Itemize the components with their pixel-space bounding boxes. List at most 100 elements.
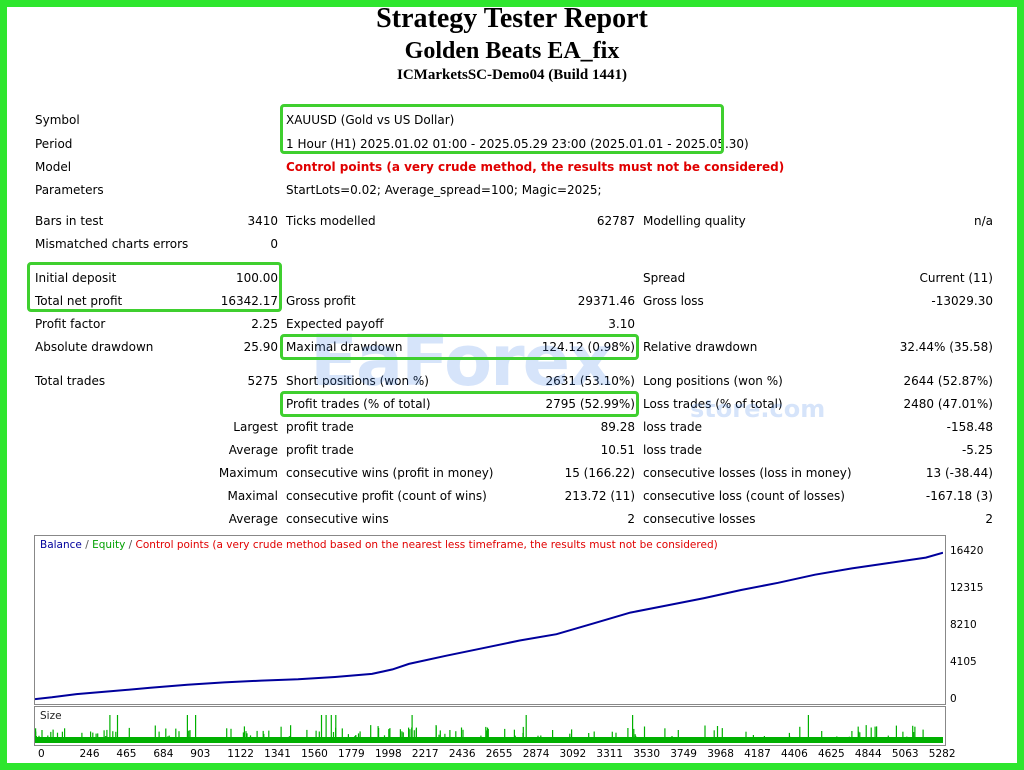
size-bar <box>848 736 850 743</box>
size-bar <box>902 731 904 743</box>
size-bar <box>449 730 451 743</box>
size-bar <box>290 725 292 743</box>
size-baseline <box>35 737 943 743</box>
size-bar <box>115 731 117 743</box>
size-bar <box>50 731 52 743</box>
size-bar <box>47 735 49 743</box>
size-bar <box>887 735 889 743</box>
gross-profit-label: Gross profit <box>286 294 356 308</box>
size-bar <box>444 733 446 743</box>
x-tick-label: 2436 <box>448 748 476 760</box>
x-tick-label: 2655 <box>485 748 513 760</box>
size-bar <box>411 727 413 743</box>
size-bar <box>105 736 107 743</box>
bars-in-test-value: 3410 <box>247 214 278 228</box>
balance-plot <box>35 551 943 701</box>
size-bar <box>415 727 417 743</box>
detail-prefix: Maximal <box>227 489 278 503</box>
size-bar <box>522 732 524 743</box>
bars-in-test-label: Bars in test <box>35 214 104 228</box>
highlight-max-drawdown <box>280 334 639 360</box>
detail-b-value: 2 <box>985 512 993 526</box>
size-bar <box>704 725 706 743</box>
size-bar <box>256 730 258 743</box>
size-bar <box>865 725 867 743</box>
x-tick-label: 5063 <box>891 748 919 760</box>
absolute-drawdown-value: 25.90 <box>243 340 278 354</box>
server-build: ICMarketsSC-Demo04 (Build 1441) <box>397 67 627 83</box>
detail-b-value: -167.18 (3) <box>925 489 993 503</box>
size-bar <box>330 715 332 743</box>
size-bar <box>38 735 40 743</box>
detail-a-label: consecutive wins <box>286 512 389 526</box>
size-bar <box>752 735 754 743</box>
size-bar <box>807 715 809 743</box>
x-tick-label: 0 <box>38 748 45 760</box>
spread-value: Current (11) <box>919 271 993 285</box>
x-tick-label: 1560 <box>301 748 328 760</box>
profit-factor-label: Profit factor <box>35 317 106 331</box>
size-bar <box>435 726 437 743</box>
size-bar <box>460 727 463 743</box>
detail-prefix: Largest <box>233 420 278 434</box>
size-bar <box>763 736 765 743</box>
size-bar <box>388 729 390 743</box>
highlight-profit-trades <box>280 391 639 417</box>
size-bar <box>462 729 464 743</box>
size-bar <box>627 728 629 743</box>
mismatched-value: 0 <box>270 237 278 251</box>
size-bar <box>895 725 897 743</box>
symbol-label: Symbol <box>35 113 80 127</box>
size-bar <box>288 736 290 743</box>
size-bar <box>306 729 308 743</box>
y-tick-label: 16420 <box>950 545 984 557</box>
size-bar <box>357 733 360 743</box>
total-trades-label: Total trades <box>35 374 106 388</box>
size-bar <box>408 727 410 743</box>
size-bar <box>859 732 861 743</box>
x-tick-label: 3968 <box>707 748 734 760</box>
balance-chart: Balance / Equity / Control points (a ver… <box>34 535 946 705</box>
x-tick-label: 4187 <box>744 748 771 760</box>
size-bar <box>263 733 265 743</box>
absolute-drawdown-label: Absolute drawdown <box>35 340 154 354</box>
size-bar <box>41 730 43 743</box>
modelling-quality-value: n/a <box>973 214 993 228</box>
size-bar <box>178 731 180 743</box>
total-trades-value: 5275 <box>247 374 278 388</box>
x-tick-label: 5282 <box>928 748 956 760</box>
detail-b-label: loss trade <box>643 443 702 457</box>
size-bar <box>347 734 349 743</box>
x-tick-label: 903 <box>190 748 211 760</box>
x-tick-label: 2217 <box>411 748 439 760</box>
size-bar <box>64 728 66 743</box>
detail-b-value: 13 (-38.44) <box>925 466 993 480</box>
x-tick-label: 4406 <box>781 748 808 760</box>
size-bar <box>332 732 335 743</box>
period-label: Period <box>35 137 73 151</box>
size-bar <box>514 735 516 743</box>
size-bar <box>632 715 634 743</box>
detail-b-label: consecutive loss (count of losses) <box>643 489 845 503</box>
size-bar <box>175 728 177 743</box>
size-bar <box>480 735 482 743</box>
size-bar <box>128 727 130 743</box>
size-bar <box>186 715 188 743</box>
size-bar <box>569 733 571 743</box>
size-bar <box>226 728 228 743</box>
size-bar <box>103 730 105 743</box>
x-tick-label: 1341 <box>264 748 291 760</box>
ticks-modelled-value: 62787 <box>596 214 635 228</box>
x-tick-label: 1122 <box>227 748 254 760</box>
size-bar <box>109 715 111 743</box>
size-bar <box>635 735 637 743</box>
size-bar <box>320 715 323 743</box>
model-label: Model <box>35 160 72 174</box>
size-bar <box>378 728 380 743</box>
size-bar <box>116 715 119 743</box>
size-bar <box>874 726 876 743</box>
size-bar <box>713 730 715 743</box>
mismatched-label: Mismatched charts errors <box>35 237 189 251</box>
detail-b-label: consecutive losses <box>643 512 756 526</box>
size-bar <box>92 732 94 743</box>
